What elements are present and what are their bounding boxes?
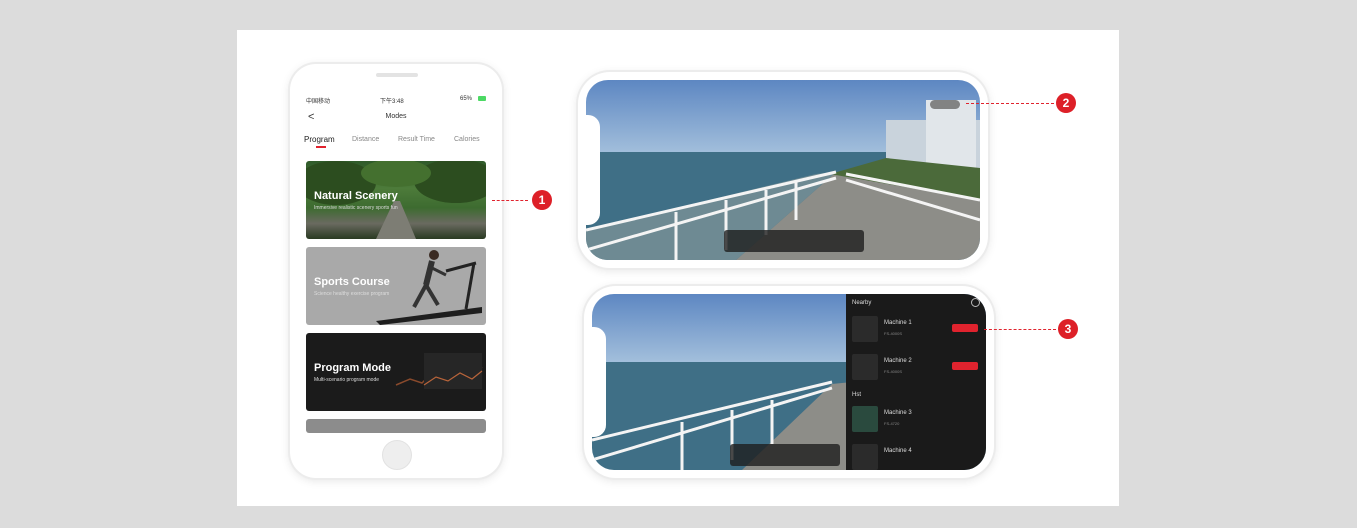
modes-screen: 中国移动 下午3:48 65% < Modes Program Distance… [302,92,490,434]
phone-speaker [376,73,418,77]
connect-button[interactable] [952,362,978,370]
machine-id: FS-4000S [884,331,903,336]
machine-row[interactable]: Machine 3 FS-4720 [852,406,980,432]
landscape-phone-scenery [578,72,988,268]
status-bar: 中国移动 下午3:48 65% [302,92,490,106]
connect-button[interactable] [952,324,978,332]
machine-name: Machine 2 [884,358,912,364]
home-button[interactable] [382,440,412,470]
portrait-phone: 中国移动 下午3:48 65% < Modes Program Distance… [290,64,502,478]
landscape-phone-machines: Nearby Machine 1 FS-4000S Machine 2 FS-4… [584,286,994,478]
carrier-label: 中国移动 [306,99,331,105]
machine-thumbnail [852,354,878,380]
mode-subtitle: Immersive realistic scenery sports fun [314,205,398,211]
callout-leader-1 [492,200,528,201]
machine-row[interactable]: Machine 2 FS-4000S [852,354,980,380]
machine-name: Machine 4 [884,448,912,454]
callout-badge-1: 1 [532,190,552,210]
history-label: Hst [852,392,861,398]
battery-icon [478,96,486,101]
machine-select-screen: Nearby Machine 1 FS-4000S Machine 2 FS-4… [592,294,986,470]
tab-program[interactable]: Program [304,135,335,144]
mode-tabs: Program Distance Result Time Calories [302,133,490,149]
mode-card-sports-course[interactable]: Sports Course Science healthy exercise p… [306,247,486,325]
mode-card-program-mode[interactable]: Program Mode Multi-scenario program mode [306,333,486,411]
scene-pill-button[interactable] [930,100,960,109]
scenery-screen [586,80,980,260]
battery-label: 65% [460,96,473,102]
mode-title: Program Mode [314,362,392,374]
machine-thumbnail [852,406,878,432]
nav-bar: < Modes [302,110,490,126]
machine-panel: Nearby Machine 1 FS-4000S Machine 2 FS-4… [846,294,986,470]
control-bar[interactable] [724,230,864,252]
mode-subtitle: Multi-scenario program mode [314,377,380,383]
clock-label: 下午3:48 [380,99,404,105]
machine-name: Machine 3 [884,410,912,416]
callout-leader-3 [984,329,1056,330]
machine-row[interactable]: Machine 1 FS-4000S [852,316,980,342]
refresh-icon[interactable] [971,298,980,307]
machine-thumbnail [852,444,878,470]
machine-id: FS-4720 [884,421,900,426]
callout-badge-2: 2 [1056,93,1076,113]
phone-notch [592,327,606,437]
mode-card-natural-scenery[interactable]: Natural Scenery Immersive realistic scen… [306,161,486,239]
machine-name: Machine 1 [884,320,912,326]
machine-thumbnail [852,316,878,342]
control-bar[interactable] [730,444,840,466]
nearby-label: Nearby [852,300,872,306]
tab-calories[interactable]: Calories [454,136,480,143]
mode-title: Sports Course [314,276,390,288]
machine-row[interactable]: Machine 4 [852,444,980,470]
tab-distance[interactable]: Distance [352,136,379,143]
page-title: Modes [385,113,407,120]
callout-badge-3: 3 [1058,319,1078,339]
mode-card-partial[interactable] [306,419,486,433]
active-tab-indicator [316,146,326,148]
phone-notch [586,115,600,225]
mode-title: Natural Scenery [314,190,398,202]
tab-result-time[interactable]: Result Time [398,136,435,143]
machine-id: FS-4000S [884,369,903,374]
mode-subtitle: Science healthy exercise program [314,291,390,297]
callout-leader-2 [966,103,1054,104]
